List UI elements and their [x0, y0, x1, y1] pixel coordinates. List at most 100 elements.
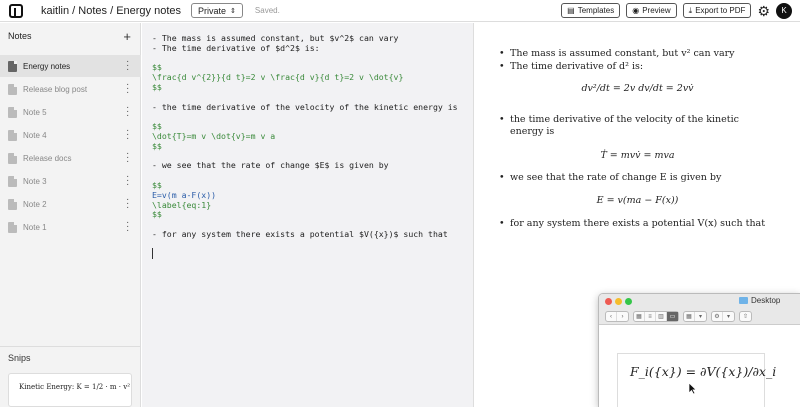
share-icon: ⇧: [742, 314, 749, 320]
document-icon: [8, 221, 17, 233]
editor-line: \dot{T}=m v \dot{v}=m v a: [152, 130, 276, 141]
document-icon: [8, 152, 17, 164]
gallery-view-icon[interactable]: ▭: [667, 312, 678, 321]
editor-line: $$: [152, 140, 162, 151]
editor-text[interactable]: - The mass is assumed constant, but $v^2…: [152, 33, 458, 240]
share-button[interactable]: ⇧: [739, 311, 752, 322]
app-logo-icon[interactable]: [9, 3, 23, 18]
editor-line: - we see that the rate of change $E$ is …: [152, 160, 389, 171]
editor-line: $$: [152, 62, 162, 73]
markdown-editor[interactable]: - The mass is assumed constant, but $v^2…: [142, 23, 473, 407]
preview-equation: dv²/dt = 2v dv/dt = 2vv̇: [581, 83, 694, 94]
editor-line: - The mass is assumed constant, but $v^2…: [152, 33, 399, 43]
document-icon: [8, 129, 17, 141]
preview-label: Preview: [642, 6, 671, 15]
breadcrumb[interactable]: kaitlin / Notes / Energy notes: [41, 5, 181, 17]
preview-bullet: The mass is assumed constant, but v² can…: [499, 48, 770, 60]
editor-line: $$: [152, 179, 162, 190]
sidebar-item-release-docs[interactable]: Release docs · · ·: [0, 147, 141, 169]
editor-line: \label{eq:1}: [152, 199, 212, 210]
forward-arrow-icon[interactable]: ›: [617, 312, 628, 321]
sidebar-item-label: Energy notes: [23, 61, 71, 71]
kebab-menu-icon[interactable]: · · ·: [126, 80, 129, 98]
back-arrow-icon[interactable]: ‹: [606, 312, 617, 321]
document-icon: [8, 198, 17, 210]
nav-buttons: ‹ ›: [605, 311, 629, 322]
top-bar: kaitlin / Notes / Energy notes Private ⇕…: [0, 0, 800, 22]
column-view-icon[interactable]: ▥: [656, 312, 667, 321]
close-window-icon[interactable]: [605, 298, 612, 305]
preview-bullet: we see that the rate of change E is give…: [499, 172, 770, 184]
notes-header: Notes +: [0, 23, 141, 49]
sidebar-item-label: Note 1: [23, 222, 47, 232]
kebab-menu-icon[interactable]: · · ·: [126, 103, 129, 121]
finder-window[interactable]: Desktop ‹ › ▦ ≡ ▥ ▭ ▦ ▾ ⚙ ▾ ⇧ F_i({x}) =…: [598, 293, 800, 407]
export-label: Export to PDF: [695, 6, 746, 15]
chevron-updown-icon: ⇕: [230, 7, 236, 15]
avatar[interactable]: K: [776, 2, 792, 19]
minimize-window-icon[interactable]: [615, 298, 622, 305]
preview-button[interactable]: ◉ Preview: [626, 3, 677, 18]
zoom-window-icon[interactable]: [625, 298, 632, 305]
sidebar-item-label: Note 5: [23, 107, 47, 117]
finder-toolbar: ‹ › ▦ ≡ ▥ ▭ ▦ ▾ ⚙ ▾ ⇧: [599, 309, 800, 325]
document-icon: [8, 83, 17, 95]
sidebar-item-note-5[interactable]: Note 5 · · ·: [0, 101, 141, 123]
pdf-icon: ⤓: [688, 5, 693, 15]
kebab-menu-icon[interactable]: · · ·: [126, 57, 129, 75]
text-caret: [152, 248, 153, 259]
action-button[interactable]: ⚙ ▾: [711, 311, 735, 322]
export-pdf-button[interactable]: ⤓ Export to PDF: [682, 3, 752, 18]
finder-gallery: F_i({x}) = ∂V({x})/∂x_i: [599, 326, 800, 407]
grid-icon: ▦: [684, 312, 695, 321]
preview-bullet: The time derivative of d² is:: [499, 61, 770, 73]
list-view-icon[interactable]: ≡: [645, 312, 656, 321]
sidebar-item-release-blog-post[interactable]: Release blog post · · ·: [0, 78, 141, 100]
preview-equation: Ṫ = mvv̇ = mva: [600, 150, 675, 161]
templates-button[interactable]: ▤ Templates: [561, 3, 621, 18]
save-status: Saved.: [254, 6, 280, 15]
kebab-menu-icon[interactable]: · · ·: [126, 172, 129, 190]
sidebar-item-note-2[interactable]: Note 2 · · ·: [0, 193, 141, 215]
editor-line: - for any system there exists a potentia…: [152, 228, 448, 239]
sidebar-item-label: Note 4: [23, 130, 47, 140]
equation-image-preview[interactable]: F_i({x}) = ∂V({x})/∂x_i: [617, 353, 776, 407]
templates-icon: ▤: [567, 6, 575, 15]
group-button[interactable]: ▦ ▾: [683, 311, 707, 322]
gear-icon[interactable]: ⚙: [757, 4, 770, 18]
eye-icon: ◉: [632, 6, 640, 15]
finder-title: Desktop: [739, 296, 780, 305]
kebab-menu-icon[interactable]: · · ·: [126, 149, 129, 167]
kebab-menu-icon[interactable]: · · ·: [126, 195, 129, 213]
sidebar-item-note-3[interactable]: Note 3 · · ·: [0, 170, 141, 192]
snip-card[interactable]: Kinetic Energy: K = 1/2 · m · v²: [8, 373, 132, 407]
finder-title-label: Desktop: [751, 296, 781, 305]
snips-title: Snips: [0, 346, 141, 368]
finder-titlebar[interactable]: Desktop: [599, 294, 800, 309]
add-note-icon[interactable]: +: [123, 29, 131, 44]
templates-label: Templates: [577, 6, 615, 15]
editor-line: \frac{d v^{2}}{d t}=2 v \frac{d v}{d t}=…: [152, 72, 404, 83]
sidebar-item-note-1[interactable]: Note 1 · · ·: [0, 216, 141, 238]
kebab-menu-icon[interactable]: · · ·: [126, 218, 129, 236]
editor-line: - the time derivative of the velocity of…: [152, 101, 458, 112]
editor-line: $$: [152, 209, 162, 220]
sidebar-item-label: Release docs: [23, 153, 72, 163]
kebab-menu-icon[interactable]: · · ·: [126, 126, 129, 144]
privacy-label: Private: [198, 5, 227, 16]
icon-view-icon[interactable]: ▦: [634, 312, 645, 321]
image-equation: F_i({x}) = ∂V({x})/∂x_i: [630, 364, 777, 379]
preview-bullet: the time derivative of the velocity of t…: [499, 114, 770, 138]
editor-line: - The time derivative of $d^2$ is:: [152, 42, 320, 53]
privacy-dropdown[interactable]: Private ⇕: [191, 3, 243, 18]
sidebar-item-energy-notes[interactable]: Energy notes · · ·: [0, 55, 141, 77]
chevron-down-icon: ▾: [726, 314, 730, 320]
document-icon: [8, 175, 17, 187]
folder-icon: [739, 297, 748, 304]
mouse-cursor-icon: [688, 382, 697, 395]
sidebar-item-label: Note 3: [23, 176, 47, 186]
snip-text: Kinetic Energy: K = 1/2 · m · v²: [19, 383, 131, 391]
preview-equation: E = v(ma − F(x)): [596, 195, 679, 206]
sidebar-item-label: Note 2: [23, 199, 47, 209]
sidebar-item-note-4[interactable]: Note 4 · · ·: [0, 124, 141, 146]
